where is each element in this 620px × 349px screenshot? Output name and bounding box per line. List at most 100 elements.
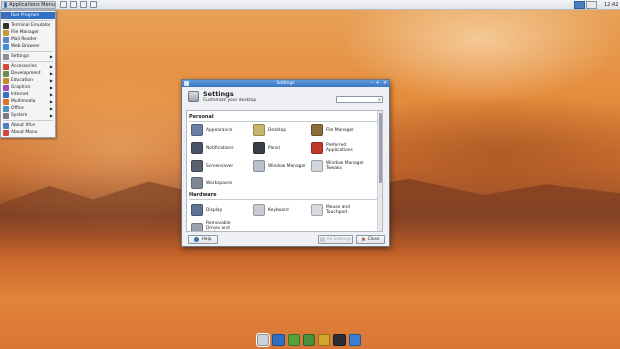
settings-item-label: File Manager bbox=[326, 127, 354, 133]
menu-item-file-manager[interactable]: File Manager bbox=[1, 29, 55, 36]
menu-item-system[interactable]: System ▶ bbox=[1, 112, 55, 119]
clock[interactable]: 12:42 bbox=[604, 1, 618, 9]
mail-icon[interactable] bbox=[90, 1, 97, 8]
settings-list: Personal Hardware Appearance Desktop File … bbox=[186, 110, 383, 232]
browser-icon[interactable] bbox=[80, 1, 87, 8]
menu-item-education[interactable]: Education ▶ bbox=[1, 77, 55, 84]
settings-item-screensaver[interactable]: Screensaver bbox=[191, 160, 244, 172]
menu-item-label: Accessories bbox=[11, 64, 37, 69]
help-button[interactable]: Help bbox=[188, 235, 218, 244]
menu-item-office[interactable]: Office ▶ bbox=[1, 105, 55, 112]
maximize-icon[interactable]: + bbox=[376, 80, 380, 87]
menu-item-run-program[interactable]: Run Program bbox=[1, 12, 55, 19]
settings-item-desktop[interactable]: Desktop bbox=[253, 124, 306, 136]
terminal-icon[interactable] bbox=[333, 334, 346, 346]
menu-item-terminal-emulator[interactable]: Terminal Emulator bbox=[1, 22, 55, 29]
menu-item-web-browser[interactable]: Web Browser bbox=[1, 43, 55, 50]
menu-item-internet[interactable]: Internet ▶ bbox=[1, 91, 55, 98]
settings-item-label: Panel bbox=[268, 145, 280, 151]
settings-icon bbox=[3, 53, 9, 60]
screensaver-icon bbox=[191, 160, 203, 172]
development-icon bbox=[3, 70, 9, 77]
appearance-icon bbox=[191, 124, 203, 136]
menu-separator bbox=[3, 51, 53, 52]
settings-item-keyboard[interactable]: Keyboard bbox=[253, 204, 306, 216]
show-desktop-icon[interactable] bbox=[255, 333, 271, 347]
browser-icon[interactable] bbox=[272, 334, 285, 346]
internet-icon bbox=[3, 91, 9, 98]
menu-item-accessories[interactable]: Accessories ▶ bbox=[1, 63, 55, 70]
settings-item-workspaces[interactable]: Workspaces bbox=[191, 177, 244, 189]
menu-item-graphics[interactable]: Graphics ▶ bbox=[1, 84, 55, 91]
settings-item-label: Screensaver bbox=[206, 163, 234, 169]
scrollbar[interactable] bbox=[377, 111, 382, 231]
mouse-icon bbox=[311, 204, 323, 216]
document-icon[interactable] bbox=[348, 334, 361, 346]
settings-item-appearance[interactable]: Appearance bbox=[191, 124, 244, 136]
settings-item-file-manager[interactable]: File Manager bbox=[311, 124, 364, 136]
menu-item-about-xfce[interactable]: About Xfce bbox=[1, 122, 55, 129]
submenu-arrow-icon: ▶ bbox=[49, 78, 53, 83]
file-manager-icon[interactable] bbox=[302, 334, 316, 346]
notifications-icon bbox=[191, 142, 203, 154]
settings-footer: Help All Settings ✖ Close bbox=[186, 235, 387, 245]
workspace-switcher bbox=[574, 1, 597, 9]
minimize-icon[interactable]: – bbox=[370, 80, 373, 87]
applications-menu-label: Applications Menu bbox=[9, 2, 55, 8]
settings-item-mouse-and-touchpad[interactable]: Mouse and Touchpad bbox=[311, 204, 364, 216]
applications-menu-button[interactable]: Applications Menu bbox=[1, 1, 56, 9]
menu-item-label: Terminal Emulator bbox=[11, 23, 51, 28]
file-manager-icon bbox=[311, 124, 323, 136]
terminal-icon bbox=[3, 22, 9, 29]
menu-item-multimedia[interactable]: Multimedia ▶ bbox=[1, 98, 55, 105]
settings-item-display[interactable]: Display bbox=[191, 204, 244, 216]
settings-item-panel[interactable]: Panel bbox=[253, 142, 306, 154]
education-icon bbox=[3, 77, 9, 84]
logout-icon bbox=[3, 129, 9, 136]
settings-item-notifications[interactable]: Notifications bbox=[191, 142, 244, 154]
settings-item-label: Workspaces bbox=[206, 180, 233, 186]
submenu-arrow-icon: ▶ bbox=[49, 106, 53, 111]
settings-window-icon bbox=[184, 81, 189, 86]
all-settings-label: All Settings bbox=[326, 237, 352, 242]
settings-item-removable-drives-and-media[interactable]: Removable Drives and Media bbox=[191, 221, 244, 231]
files-icon[interactable] bbox=[70, 1, 77, 8]
app-finder-icon[interactable] bbox=[287, 334, 300, 346]
menu-separator bbox=[3, 120, 53, 121]
preferred-apps-icon bbox=[311, 142, 323, 154]
settings-item-preferred-applications[interactable]: Preferred Applications bbox=[311, 142, 364, 154]
menu-item-label: Education bbox=[11, 78, 33, 83]
scrollbar-thumb[interactable] bbox=[379, 113, 382, 183]
settings-titlebar[interactable]: Settings – + × bbox=[182, 80, 389, 87]
menu-item-label: About Xfce bbox=[11, 123, 36, 128]
settings-item-label: Preferred Applications bbox=[326, 143, 353, 153]
settings-item-window-manager[interactable]: Window Manager bbox=[253, 160, 306, 172]
menu-item-development[interactable]: Development ▶ bbox=[1, 70, 55, 77]
menu-item-mail-reader[interactable]: Mail Reader bbox=[1, 36, 55, 43]
settings-item-label: Display bbox=[206, 207, 223, 213]
terminal-icon[interactable] bbox=[60, 1, 67, 8]
display-icon bbox=[191, 204, 203, 216]
section-divider bbox=[189, 199, 377, 200]
settings-item-window-manager-tweaks[interactable]: Window Manager Tweaks bbox=[311, 160, 364, 172]
workspace-1[interactable] bbox=[574, 1, 585, 9]
menu-item-about-manu[interactable]: About Manu bbox=[1, 129, 55, 136]
all-settings-button[interactable]: All Settings bbox=[318, 235, 353, 244]
close-button[interactable]: ✖ Close bbox=[356, 235, 385, 244]
folder-icon[interactable] bbox=[318, 334, 331, 346]
menu-item-label: Internet bbox=[11, 92, 29, 97]
submenu-arrow-icon: ▶ bbox=[49, 54, 53, 59]
close-icon[interactable]: × bbox=[383, 80, 387, 87]
submenu-arrow-icon: ▶ bbox=[49, 71, 53, 76]
menu-item-label: About Manu bbox=[11, 130, 38, 135]
settings-subtitle: Customize your desktop bbox=[203, 98, 257, 103]
workspaces-icon bbox=[191, 177, 203, 189]
menu-item-settings[interactable]: Settings ▶ bbox=[1, 53, 55, 60]
workspace-2[interactable] bbox=[586, 1, 597, 9]
window-title: Settings bbox=[276, 81, 295, 86]
menu-item-label: Multimedia bbox=[11, 99, 36, 104]
run-icon bbox=[3, 12, 9, 19]
submenu-arrow-icon: ▶ bbox=[49, 113, 53, 118]
search-input[interactable]: ⌕ bbox=[336, 96, 383, 103]
settings-item-label: Appearance bbox=[206, 127, 233, 133]
